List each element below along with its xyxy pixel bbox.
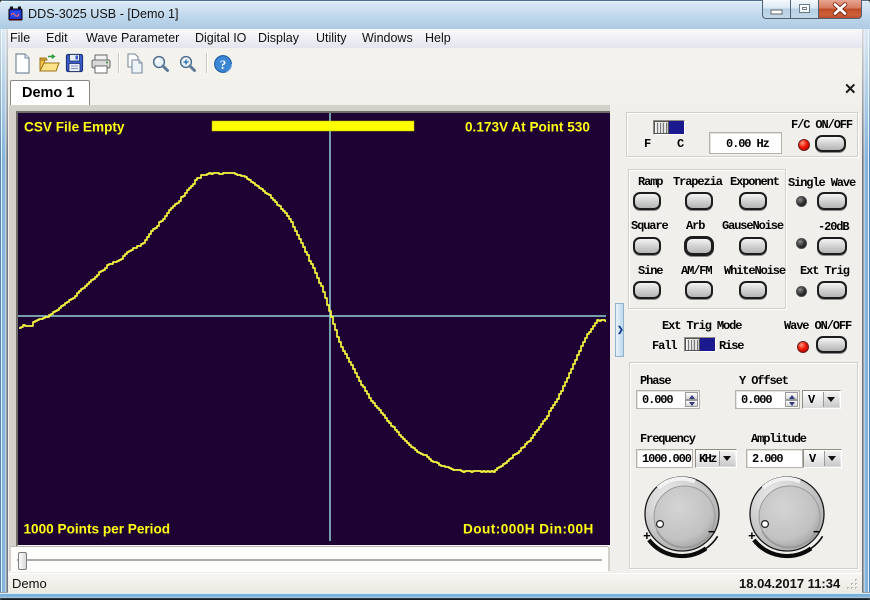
svg-text:Dout:000H Din:00H: Dout:000H Din:00H [463,522,594,537]
svg-text:+: + [748,529,756,544]
svg-text:+: + [643,529,651,544]
svg-text:1000 Points per Period: 1000 Points per Period [24,522,171,537]
svg-text:?: ? [220,57,227,72]
svg-text:CSV File Empty: CSV File Empty [24,120,125,135]
svg-text:0.173V At Point 530: 0.173V At Point 530 [465,120,590,135]
svg-text:−: − [708,525,716,540]
svg-text:−: − [813,525,821,540]
